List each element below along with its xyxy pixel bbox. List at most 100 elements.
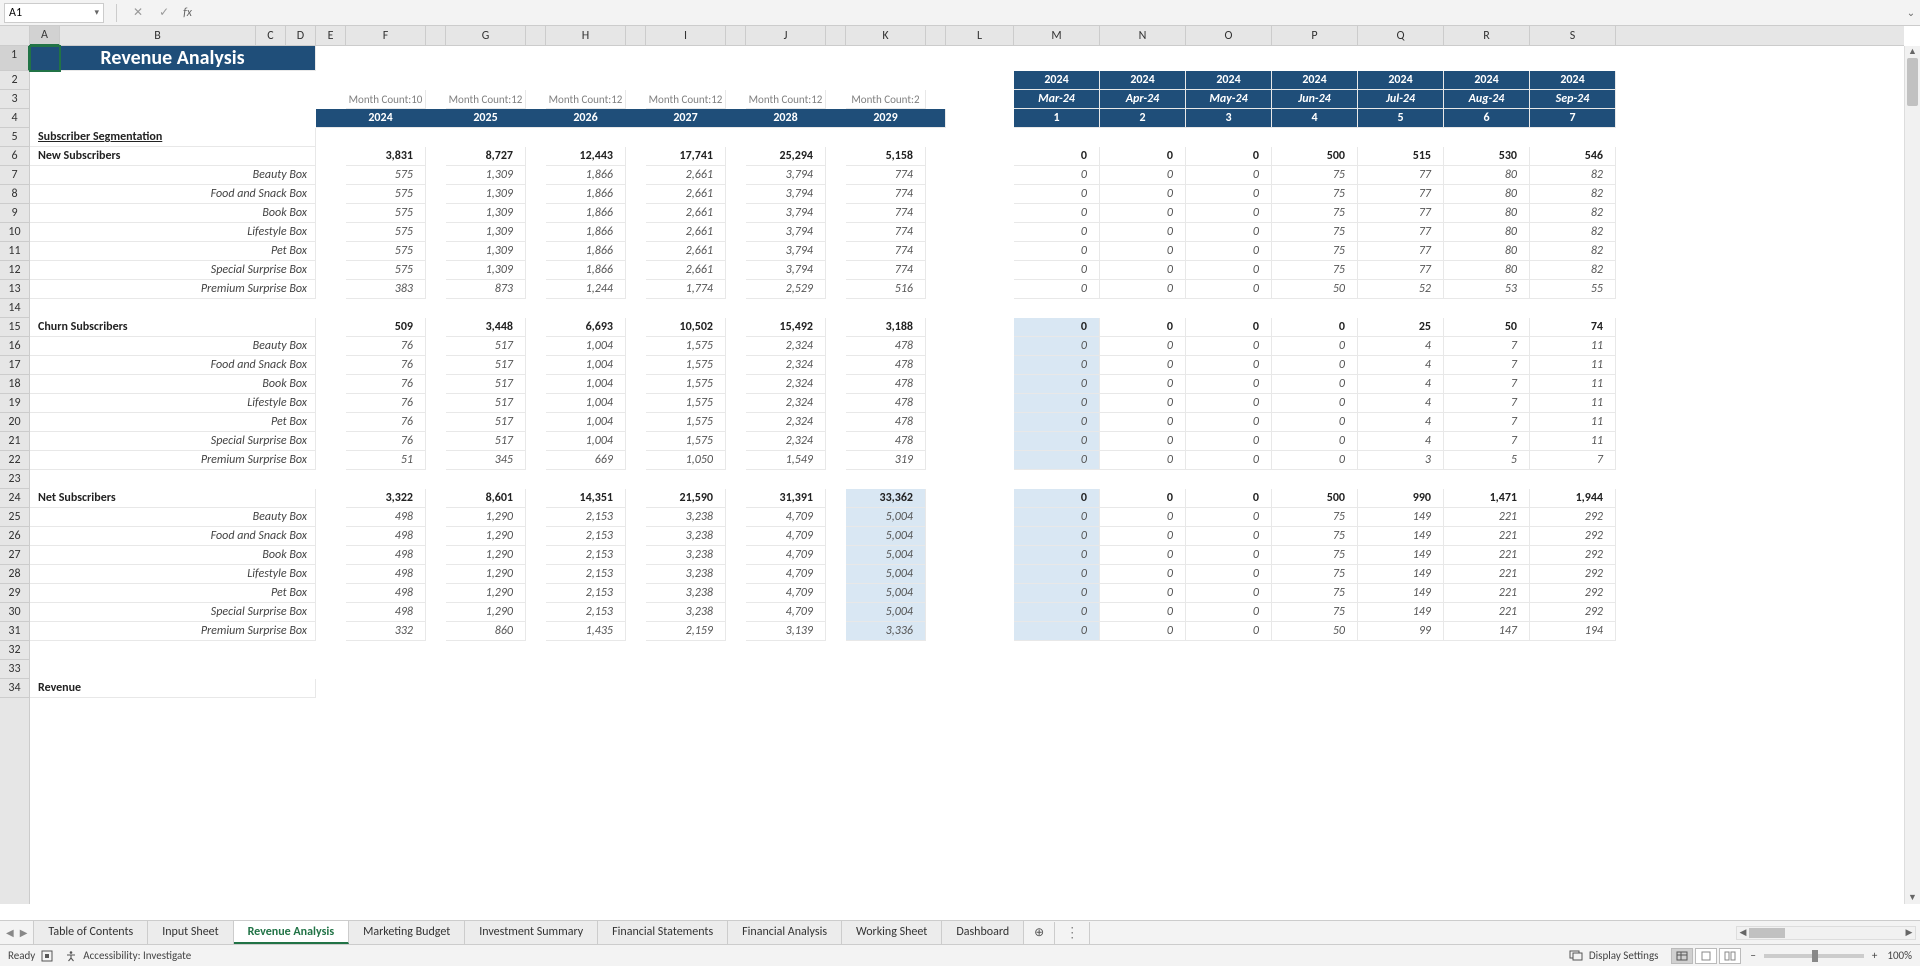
cell[interactable]: 2,661: [646, 185, 726, 204]
col-header-Q[interactable]: Q: [1358, 26, 1444, 45]
cell[interactable]: 0: [1100, 185, 1186, 204]
col-header-gap[interactable]: [726, 26, 746, 45]
cell[interactable]: Book Box: [30, 204, 316, 223]
accessibility-text[interactable]: Accessibility: Investigate: [83, 949, 191, 962]
cell[interactable]: 1,866: [546, 242, 626, 261]
cell[interactable]: 76: [346, 394, 426, 413]
cell[interactable]: Net Subscribers: [30, 489, 316, 508]
cell[interactable]: 546: [1530, 147, 1616, 166]
cell[interactable]: 1,866: [546, 185, 626, 204]
cell[interactable]: 516: [846, 280, 926, 299]
sheet-tab-input-sheet[interactable]: Input Sheet: [148, 921, 233, 944]
cell[interactable]: 82: [1530, 261, 1616, 280]
col-header-F[interactable]: F: [346, 26, 426, 45]
cell[interactable]: 575: [346, 223, 426, 242]
sheet-tab-marketing-budget[interactable]: Marketing Budget: [349, 921, 465, 944]
cell[interactable]: 52: [1358, 280, 1444, 299]
cell[interactable]: 80: [1444, 261, 1530, 280]
scroll-down-icon[interactable]: ▼: [1905, 892, 1920, 904]
cell[interactable]: 1,866: [546, 166, 626, 185]
cell[interactable]: 515: [1358, 147, 1444, 166]
cell[interactable]: 575: [346, 185, 426, 204]
cell[interactable]: 0: [1014, 318, 1100, 337]
cell[interactable]: Sep-24: [1530, 90, 1616, 109]
row-header-18[interactable]: 18: [0, 375, 29, 394]
cell[interactable]: 221: [1444, 603, 1530, 622]
cell[interactable]: 1,004: [546, 337, 626, 356]
col-header-K[interactable]: K: [846, 26, 926, 45]
cell[interactable]: 774: [846, 185, 926, 204]
cell[interactable]: 25,294: [746, 147, 826, 166]
cell[interactable]: 575: [346, 204, 426, 223]
cell[interactable]: Lifestyle Box: [30, 565, 316, 584]
cell[interactable]: 1,575: [646, 337, 726, 356]
col-header-H[interactable]: H: [546, 26, 626, 45]
cell[interactable]: 2,153: [546, 546, 626, 565]
row-header-32[interactable]: 32: [0, 641, 29, 660]
cell[interactable]: 2024: [1100, 71, 1186, 90]
cell[interactable]: Food and Snack Box: [30, 185, 316, 204]
row-header-7[interactable]: 7: [0, 166, 29, 185]
cell[interactable]: 517: [446, 356, 526, 375]
cell[interactable]: Book Box: [30, 546, 316, 565]
cell[interactable]: Mar-24: [1014, 90, 1100, 109]
cell[interactable]: 517: [446, 413, 526, 432]
cell[interactable]: May-24: [1186, 90, 1272, 109]
cell[interactable]: 2,529: [746, 280, 826, 299]
row-header-27[interactable]: 27: [0, 546, 29, 565]
zoom-in-button[interactable]: +: [1872, 949, 1877, 962]
cell[interactable]: Book Box: [30, 375, 316, 394]
col-header-P[interactable]: P: [1272, 26, 1358, 45]
cell[interactable]: 76: [346, 413, 426, 432]
cell[interactable]: 0: [1014, 375, 1100, 394]
cell[interactable]: 11: [1530, 394, 1616, 413]
cell[interactable]: 1,290: [446, 603, 526, 622]
row-header-24[interactable]: 24: [0, 489, 29, 508]
cell[interactable]: 149: [1358, 565, 1444, 584]
cell[interactable]: 0: [1100, 394, 1186, 413]
cell[interactable]: 1,004: [546, 413, 626, 432]
cell[interactable]: Food and Snack Box: [30, 527, 316, 546]
col-header-M[interactable]: M: [1014, 26, 1100, 45]
cell[interactable]: 147: [1444, 622, 1530, 641]
cell[interactable]: 0: [1186, 280, 1272, 299]
cell[interactable]: 1,575: [646, 375, 726, 394]
cell[interactable]: 530: [1444, 147, 1530, 166]
cell[interactable]: 3,794: [746, 204, 826, 223]
cell[interactable]: 0: [1100, 356, 1186, 375]
cell[interactable]: 1,309: [446, 242, 526, 261]
cell[interactable]: 1,290: [446, 546, 526, 565]
cell[interactable]: 0: [1186, 584, 1272, 603]
row-header-22[interactable]: 22: [0, 451, 29, 470]
cell[interactable]: 6,693: [546, 318, 626, 337]
cell[interactable]: 17,741: [646, 147, 726, 166]
cell[interactable]: 498: [346, 565, 426, 584]
cell[interactable]: 21,590: [646, 489, 726, 508]
cell[interactable]: 0: [1100, 280, 1186, 299]
row-header-16[interactable]: 16: [0, 337, 29, 356]
cell[interactable]: 75: [1272, 261, 1358, 280]
cell[interactable]: 75: [1272, 204, 1358, 223]
cell[interactable]: 0: [1014, 147, 1100, 166]
cell[interactable]: 11: [1530, 356, 1616, 375]
cell[interactable]: 221: [1444, 565, 1530, 584]
cell[interactable]: 1,575: [646, 394, 726, 413]
cell[interactable]: 1,309: [446, 166, 526, 185]
cell[interactable]: Pet Box: [30, 242, 316, 261]
cell[interactable]: 0: [1014, 451, 1100, 470]
cell[interactable]: 11: [1530, 432, 1616, 451]
cell[interactable]: 0: [1100, 147, 1186, 166]
cell[interactable]: 0: [1100, 413, 1186, 432]
cell[interactable]: 11: [1530, 337, 1616, 356]
cell[interactable]: 498: [346, 546, 426, 565]
cell[interactable]: 75: [1272, 584, 1358, 603]
row-header-3[interactable]: 3: [0, 90, 29, 109]
cell[interactable]: 4: [1358, 413, 1444, 432]
cell[interactable]: 2024: [1358, 71, 1444, 90]
cell[interactable]: 2,153: [546, 508, 626, 527]
cell[interactable]: 0: [1186, 318, 1272, 337]
row-header-34[interactable]: 34: [0, 679, 29, 698]
cell[interactable]: Beauty Box: [30, 337, 316, 356]
cell[interactable]: 774: [846, 204, 926, 223]
cell[interactable]: 0: [1272, 375, 1358, 394]
